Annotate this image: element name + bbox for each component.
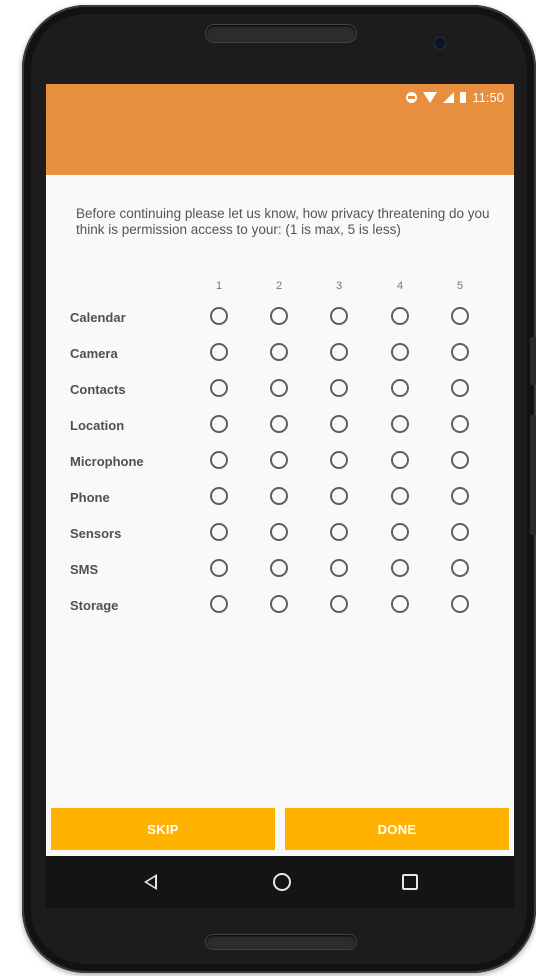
app-bar	[46, 112, 514, 175]
navigation-bar	[46, 856, 514, 908]
volume-button	[530, 337, 536, 385]
app-screen: 11:50 Before continuing please let us kn…	[46, 84, 514, 856]
back-icon[interactable]	[144, 874, 157, 890]
home-icon[interactable]	[273, 873, 291, 891]
rating-radio-5[interactable]	[451, 523, 469, 541]
rating-radio-4[interactable]	[391, 343, 409, 361]
permission-row: Contacts	[46, 372, 514, 408]
front-camera	[435, 38, 445, 48]
rating-radio-3[interactable]	[330, 595, 348, 613]
rating-radio-5[interactable]	[451, 379, 469, 397]
permission-row: Camera	[46, 336, 514, 372]
permission-label: Location	[70, 418, 125, 433]
wifi-icon	[423, 92, 438, 103]
rating-radio-2[interactable]	[270, 343, 288, 361]
rating-radio-2[interactable]	[270, 307, 288, 325]
scale-header-5: 5	[456, 280, 464, 292]
skip-button[interactable]: SKIP	[51, 808, 275, 850]
recent-apps-icon[interactable]	[402, 874, 418, 890]
permission-label: Calendar	[70, 310, 126, 325]
rating-radio-1[interactable]	[210, 415, 228, 433]
rating-radio-1[interactable]	[210, 559, 228, 577]
rating-radio-1[interactable]	[210, 343, 228, 361]
rating-radio-1[interactable]	[210, 595, 228, 613]
top-speaker	[206, 25, 356, 42]
permission-row: Phone	[46, 480, 514, 516]
rating-radio-4[interactable]	[391, 559, 409, 577]
rating-radio-5[interactable]	[451, 415, 469, 433]
battery-icon	[460, 92, 467, 103]
rating-radio-5[interactable]	[451, 487, 469, 505]
permission-label: SMS	[70, 562, 99, 577]
rating-radio-3[interactable]	[330, 559, 348, 577]
rating-radio-2[interactable]	[270, 451, 288, 469]
scale-header-3: 3	[335, 280, 343, 292]
button-bar: SKIP DONE	[51, 808, 511, 850]
permission-label: Sensors	[70, 526, 122, 541]
survey-question: Before continuing please let us know, ho…	[76, 206, 490, 237]
rating-radio-1[interactable]	[210, 451, 228, 469]
rating-radio-1[interactable]	[210, 487, 228, 505]
rating-radio-3[interactable]	[330, 379, 348, 397]
rating-radio-3[interactable]	[330, 343, 348, 361]
permission-label: Microphone	[70, 454, 144, 469]
scale-header-4: 4	[396, 280, 404, 292]
rating-radio-4[interactable]	[391, 523, 409, 541]
do-not-disturb-icon	[406, 92, 418, 103]
rating-radio-4[interactable]	[391, 379, 409, 397]
rating-radio-4[interactable]	[391, 415, 409, 433]
permission-label: Storage	[70, 598, 119, 613]
permission-row: SMS	[46, 552, 514, 588]
rating-radio-1[interactable]	[210, 307, 228, 325]
rating-radio-4[interactable]	[391, 595, 409, 613]
rating-radio-2[interactable]	[270, 379, 288, 397]
power-button	[530, 415, 536, 535]
rating-radio-3[interactable]	[330, 415, 348, 433]
bottom-speaker	[206, 935, 356, 949]
scale-header-2: 2	[275, 280, 283, 292]
rating-radio-3[interactable]	[330, 523, 348, 541]
permission-row: Sensors	[46, 516, 514, 552]
permission-row: Microphone	[46, 444, 514, 480]
rating-radio-5[interactable]	[451, 307, 469, 325]
status-bar: 11:50	[46, 84, 514, 112]
signal-icon	[443, 92, 455, 103]
rating-radio-1[interactable]	[210, 379, 228, 397]
rating-radio-2[interactable]	[270, 595, 288, 613]
rating-radio-4[interactable]	[391, 451, 409, 469]
permission-label: Camera	[70, 346, 118, 361]
rating-radio-2[interactable]	[270, 487, 288, 505]
permission-row: Calendar	[46, 300, 514, 336]
rating-radio-5[interactable]	[451, 595, 469, 613]
rating-radio-2[interactable]	[270, 523, 288, 541]
rating-radio-3[interactable]	[330, 487, 348, 505]
permission-row: Location	[46, 408, 514, 444]
done-button[interactable]: DONE	[285, 808, 509, 850]
permission-label: Phone	[70, 490, 110, 505]
permission-label: Contacts	[70, 382, 126, 397]
rating-radio-3[interactable]	[330, 451, 348, 469]
rating-radio-4[interactable]	[391, 307, 409, 325]
rating-radio-5[interactable]	[451, 451, 469, 469]
rating-radio-3[interactable]	[330, 307, 348, 325]
rating-radio-1[interactable]	[210, 523, 228, 541]
rating-radio-4[interactable]	[391, 487, 409, 505]
scale-header-1: 1	[215, 280, 223, 292]
status-time: 11:50	[472, 90, 504, 105]
permission-row: Storage	[46, 588, 514, 624]
rating-radio-5[interactable]	[451, 559, 469, 577]
rating-radio-5[interactable]	[451, 343, 469, 361]
rating-radio-2[interactable]	[270, 559, 288, 577]
rating-radio-2[interactable]	[270, 415, 288, 433]
